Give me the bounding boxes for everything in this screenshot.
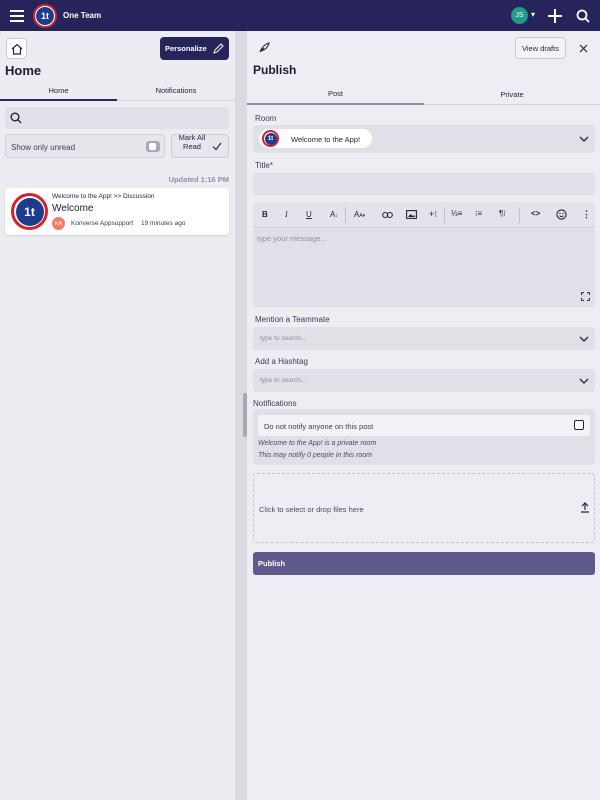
do-not-notify-checkbox[interactable]	[574, 420, 584, 430]
tab-private[interactable]: Private	[424, 84, 600, 105]
app-logo-mark: 1t	[36, 7, 54, 25]
underline-icon[interactable]: U	[306, 210, 312, 219]
view-drafts-button[interactable]: View drafts	[515, 37, 566, 59]
mention-select[interactable]: type to search...	[253, 327, 595, 350]
chevron-down-icon	[579, 136, 589, 142]
emoji-icon[interactable]	[556, 209, 567, 220]
hashtag-select[interactable]: type to search...	[253, 369, 595, 392]
feed-breadcrumb[interactable]: Welcome to the App! >> Discussion	[52, 193, 155, 200]
notifications-box: Do not notify anyone on this post Welcom…	[253, 409, 595, 465]
message-placeholder: type your message...	[257, 234, 327, 243]
tab-notifications[interactable]: Notifications	[117, 81, 235, 101]
link-icon[interactable]	[382, 211, 393, 219]
room-chip-icon: 1t	[262, 130, 279, 147]
editor-toolbar: B I U A↕ AA▾ +⁝ ⅓≡ ⁝≡ ¶⁝ <> ⋮	[253, 202, 595, 228]
add-icon[interactable]	[546, 7, 564, 25]
bold-icon[interactable]: B	[262, 210, 268, 219]
paragraph-icon[interactable]: ¶⁝	[499, 209, 506, 218]
feed-search-input[interactable]	[5, 107, 229, 129]
bullet-list-icon[interactable]: ⁝≡	[475, 209, 482, 218]
home-panel: Home Personalize Home Notifications Show…	[0, 31, 235, 800]
message-editor[interactable]: type your message...	[253, 228, 595, 307]
insert-icon[interactable]: +⁝	[429, 209, 437, 220]
author-avatar: KA	[52, 217, 65, 230]
room-chip-mark: 1t	[264, 132, 277, 145]
publish-button[interactable]: Publish	[253, 552, 595, 575]
show-only-unread-label: Show only unread	[11, 143, 76, 152]
room-chip-label: Welcome to the App!	[291, 135, 361, 144]
room-avatar: 1t	[11, 193, 48, 230]
publish-panel: Publish View drafts Post Private Room 1t…	[247, 31, 600, 800]
text-size-icon[interactable]: A↕	[330, 210, 338, 219]
close-icon[interactable]	[576, 41, 590, 55]
title-label: Title*	[255, 161, 273, 170]
chevron-down-icon	[579, 336, 589, 342]
notify-count-note: This may notify 0 people in this room	[258, 452, 372, 459]
mention-placeholder: type to search...	[260, 335, 307, 342]
publish-title: Publish	[253, 63, 297, 77]
toggle-switch[interactable]	[146, 141, 160, 152]
user-avatar[interactable]: JS	[511, 7, 528, 24]
page-title: Home	[5, 63, 42, 78]
private-room-note: Welcome to the App! is a private room	[258, 440, 377, 447]
chevron-down-icon	[579, 378, 589, 384]
image-icon[interactable]	[406, 210, 417, 219]
notifications-label: Notifications	[253, 399, 297, 408]
pencil-icon	[212, 43, 224, 54]
home-icon[interactable]	[6, 38, 27, 59]
toolbar-separator	[519, 207, 520, 223]
tab-home[interactable]: Home	[0, 81, 117, 101]
app-logo[interactable]: 1t	[33, 4, 57, 28]
more-options-icon[interactable]: ⋮	[582, 209, 591, 220]
mention-label: Mention a Teammate	[255, 315, 330, 324]
app-name: One Team	[63, 11, 102, 20]
italic-icon[interactable]: I	[285, 210, 288, 219]
feather-icon	[259, 42, 270, 53]
feed-time: 19 minutes ago	[141, 220, 186, 227]
room-avatar-mark: 1t	[15, 197, 44, 226]
top-bar: 1t One Team JS ▾	[0, 0, 600, 31]
toolbar-separator	[444, 207, 445, 223]
toolbar-separator	[345, 207, 346, 223]
code-icon[interactable]: <>	[531, 209, 540, 218]
publish-button-label: Publish	[258, 559, 286, 568]
search-icon[interactable]	[574, 7, 592, 25]
title-input[interactable]	[253, 173, 595, 195]
room-chip: 1t Welcome to the App!	[259, 129, 372, 148]
tab-post[interactable]: Post	[247, 84, 424, 105]
file-dropzone[interactable]: Click to select or drop files here	[253, 473, 595, 543]
personalize-label: Personalize	[165, 44, 207, 53]
dropzone-label: Click to select or drop files here	[259, 505, 364, 514]
mark-all-read-label: Mark All Read	[178, 133, 206, 151]
mark-all-read-button[interactable]: Mark All Read	[171, 133, 229, 158]
personalize-button[interactable]: Personalize	[160, 37, 229, 60]
do-not-notify-label: Do not notify anyone on this post	[264, 422, 374, 431]
checkmark-icon	[212, 142, 222, 151]
numbered-list-icon[interactable]: ⅓≡	[451, 209, 462, 218]
upload-icon	[581, 502, 589, 513]
menu-icon[interactable]	[8, 7, 25, 24]
expand-icon[interactable]	[581, 292, 590, 301]
hashtag-placeholder: type to search...	[260, 377, 307, 384]
room-label: Room	[255, 114, 277, 123]
show-only-unread-toggle[interactable]: Show only unread	[5, 134, 165, 158]
toggle-knob	[149, 143, 156, 150]
font-format-icon[interactable]: AA▾	[354, 210, 365, 219]
feed-title: Welcome	[52, 203, 94, 214]
list-item[interactable]: 1t Welcome to the App! >> Discussion Wel…	[5, 188, 229, 235]
search-icon	[10, 112, 22, 124]
avatar-chevron-down-icon[interactable]: ▾	[531, 10, 535, 19]
feed-author[interactable]: Konverse Appsupport	[71, 220, 133, 227]
hashtag-label: Add a Hashtag	[255, 357, 308, 366]
updated-timestamp: Updated 1:16 PM	[168, 175, 229, 184]
do-not-notify-option[interactable]: Do not notify anyone on this post	[258, 415, 590, 436]
room-select[interactable]: 1t Welcome to the App!	[253, 125, 595, 153]
